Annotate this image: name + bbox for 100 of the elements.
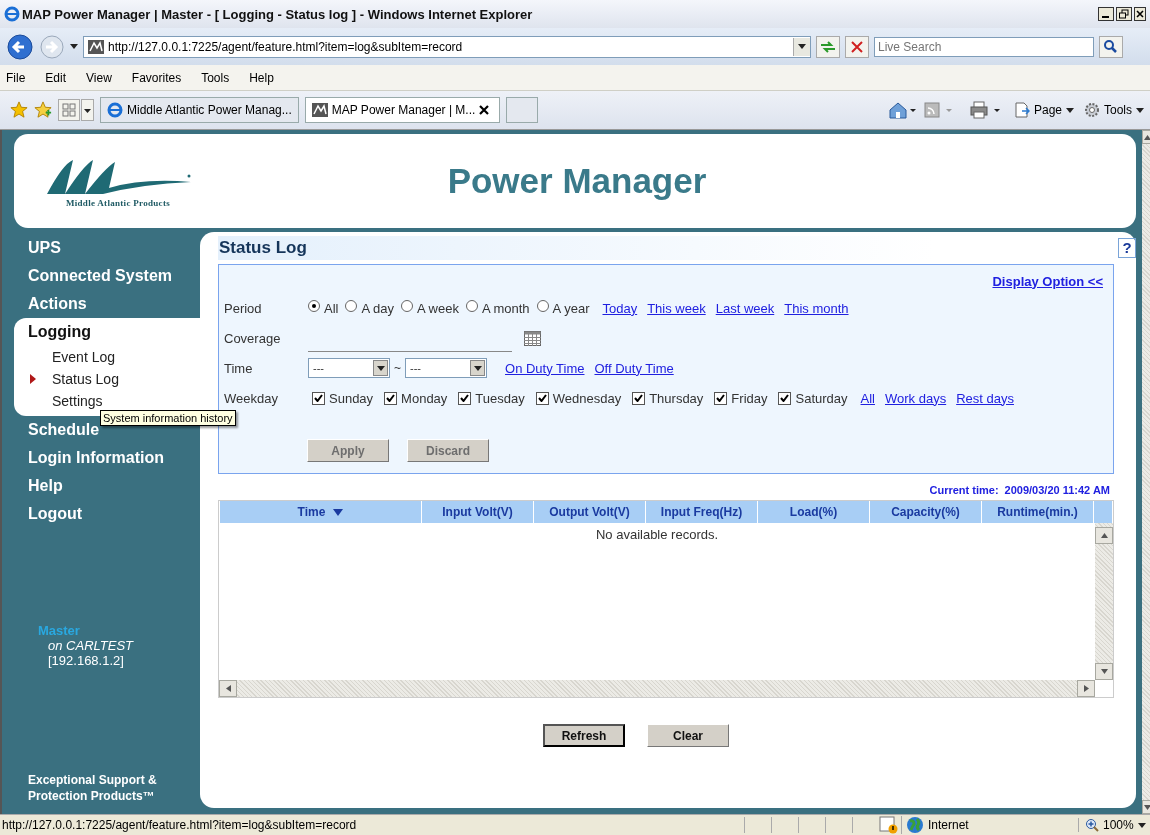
scroll-right-button[interactable] [1077, 680, 1095, 697]
caret-icon[interactable] [798, 44, 806, 49]
column-header[interactable]: Runtime(min.) [982, 501, 1093, 523]
radio-button[interactable] [536, 300, 549, 312]
radio-label: A year [552, 300, 590, 316]
sidebar-subitem[interactable]: Settings [52, 393, 103, 409]
refresh-icon[interactable] [816, 35, 840, 58]
menu-item[interactable]: Tools [201, 70, 230, 85]
scroll-left-button[interactable] [219, 680, 237, 697]
minimize-icon[interactable] [1098, 7, 1114, 21]
radio-button[interactable] [401, 300, 413, 312]
refresh-button[interactable]: Refresh [543, 724, 625, 747]
checkbox-label: Saturday [795, 390, 848, 406]
close-tab-icon[interactable] [479, 105, 490, 115]
time-preset-link[interactable]: On Duty Time [505, 360, 585, 376]
calendar-icon[interactable] [524, 330, 541, 346]
sidebar-item[interactable]: Login Information [14, 444, 200, 472]
column-header[interactable]: Time [220, 501, 421, 523]
page-icon [1013, 102, 1030, 118]
popup-warning-icon[interactable] [879, 816, 899, 834]
column-header[interactable]: Output Volt(V) [534, 501, 645, 523]
stop-icon[interactable] [845, 35, 869, 58]
home-icon[interactable] [887, 101, 918, 119]
caret-icon [1137, 822, 1146, 828]
menu-item[interactable]: Edit [45, 70, 67, 85]
time-preset-link[interactable]: Off Duty Time [594, 360, 674, 376]
browser-logo-icon [4, 6, 20, 22]
up-arrow-icon [1100, 533, 1108, 538]
page-scrollbar[interactable] [1142, 130, 1150, 814]
scroll-up-button[interactable] [1095, 527, 1113, 544]
sort-descending-icon [333, 508, 344, 516]
checkbox[interactable] [632, 391, 646, 405]
caret-icon [473, 365, 482, 371]
weekday-link[interactable]: Work days [885, 390, 947, 406]
field-label: Coverage [224, 330, 282, 346]
security-zone[interactable]: Internet [901, 816, 1076, 834]
checkbox[interactable] [778, 391, 792, 405]
weekday-link[interactable]: All [860, 390, 875, 406]
start-time-select[interactable]: --- [308, 358, 390, 378]
radio-label: A day [361, 300, 394, 316]
column-header[interactable]: Load(%) [758, 501, 869, 523]
end-time-select[interactable]: --- [405, 358, 487, 378]
sidebar-item[interactable]: UPS [14, 234, 200, 262]
sidebar-item[interactable]: Help [14, 472, 200, 500]
sidebar-subitem[interactable]: Status Log [52, 371, 119, 387]
radio-label: A month [481, 300, 530, 316]
browser-tab[interactable]: MAP Power Manager | M... [304, 97, 501, 123]
restore-icon[interactable] [1116, 7, 1132, 21]
period-link[interactable]: Last week [715, 300, 775, 316]
close-icon[interactable] [1134, 7, 1146, 21]
display-option-link[interactable]: Display Option << [992, 273, 1103, 289]
address-field[interactable]: http://127.0.0.1:7225/agent/feature.html?item=log&subItem=record [83, 35, 811, 58]
dropdown-caret-icon[interactable] [70, 44, 78, 49]
scroll-up-button[interactable] [1142, 130, 1150, 144]
menu-item[interactable]: File [6, 70, 26, 85]
radio-button[interactable] [308, 300, 320, 312]
period-link[interactable]: Today [602, 300, 638, 316]
sidebar-item[interactable]: Connected System [14, 262, 200, 290]
device-ip: [192.168.1.2] [47, 653, 125, 668]
scroll-down-button[interactable] [1142, 800, 1150, 814]
sidebar-subitem[interactable]: Event Log [52, 349, 116, 365]
checkbox[interactable] [714, 391, 728, 405]
period-link[interactable]: This week [647, 300, 706, 316]
sidebar-item[interactable]: Logging [14, 323, 92, 340]
weekday-link[interactable]: Rest days [956, 390, 1014, 406]
scroll-down-button[interactable] [1095, 663, 1113, 680]
menu-item[interactable]: View [86, 70, 112, 85]
sidebar-item[interactable]: Logout [14, 500, 200, 528]
column-header[interactable]: Input Volt(V) [422, 501, 533, 523]
help-button[interactable]: ? [1118, 238, 1136, 258]
tooltip: System information history [100, 410, 236, 426]
menu-item[interactable]: Help [249, 70, 274, 85]
device-host: on CARLTEST [47, 638, 135, 653]
column-header[interactable]: Input Freq(Hz) [646, 501, 757, 523]
tools-menu[interactable]: Tools [1084, 102, 1144, 118]
column-header[interactable]: Capacity(%) [870, 501, 981, 523]
clear-button[interactable]: Clear [647, 724, 729, 747]
menu-item[interactable]: Favorites [131, 70, 182, 85]
table-horizontal-scrollbar[interactable] [219, 680, 1095, 697]
zoom-control[interactable]: 100% [1078, 818, 1146, 832]
radio-button[interactable] [465, 300, 478, 312]
checkbox[interactable] [312, 391, 325, 405]
checkbox[interactable] [458, 391, 472, 405]
quick-tabs-icon[interactable] [58, 99, 94, 121]
period-link[interactable]: This month [784, 300, 849, 316]
radio-button[interactable] [345, 300, 358, 312]
sidebar-item[interactable]: Actions [14, 290, 200, 318]
page-menu[interactable]: Page [1013, 102, 1074, 118]
browser-tab[interactable]: Middle Atlantic Power Manag... [100, 97, 299, 123]
checkbox[interactable] [384, 391, 398, 405]
add-favorite-icon[interactable] [34, 101, 52, 119]
search-field[interactable]: Live Search [874, 36, 1094, 57]
checkbox[interactable] [535, 391, 549, 405]
tagline: Exceptional Support & Protection Products™ [27, 772, 158, 804]
table-vertical-scrollbar[interactable] [1095, 523, 1113, 680]
window-title: MAP Power Manager | Master - [ Logging - Status log ] - Windows Internet Explorer [22, 6, 533, 22]
right-arrow-icon [1083, 685, 1089, 692]
search-icon[interactable] [1099, 35, 1123, 58]
back-icon[interactable] [6, 32, 34, 61]
favorites-star-icon[interactable] [10, 101, 28, 119]
